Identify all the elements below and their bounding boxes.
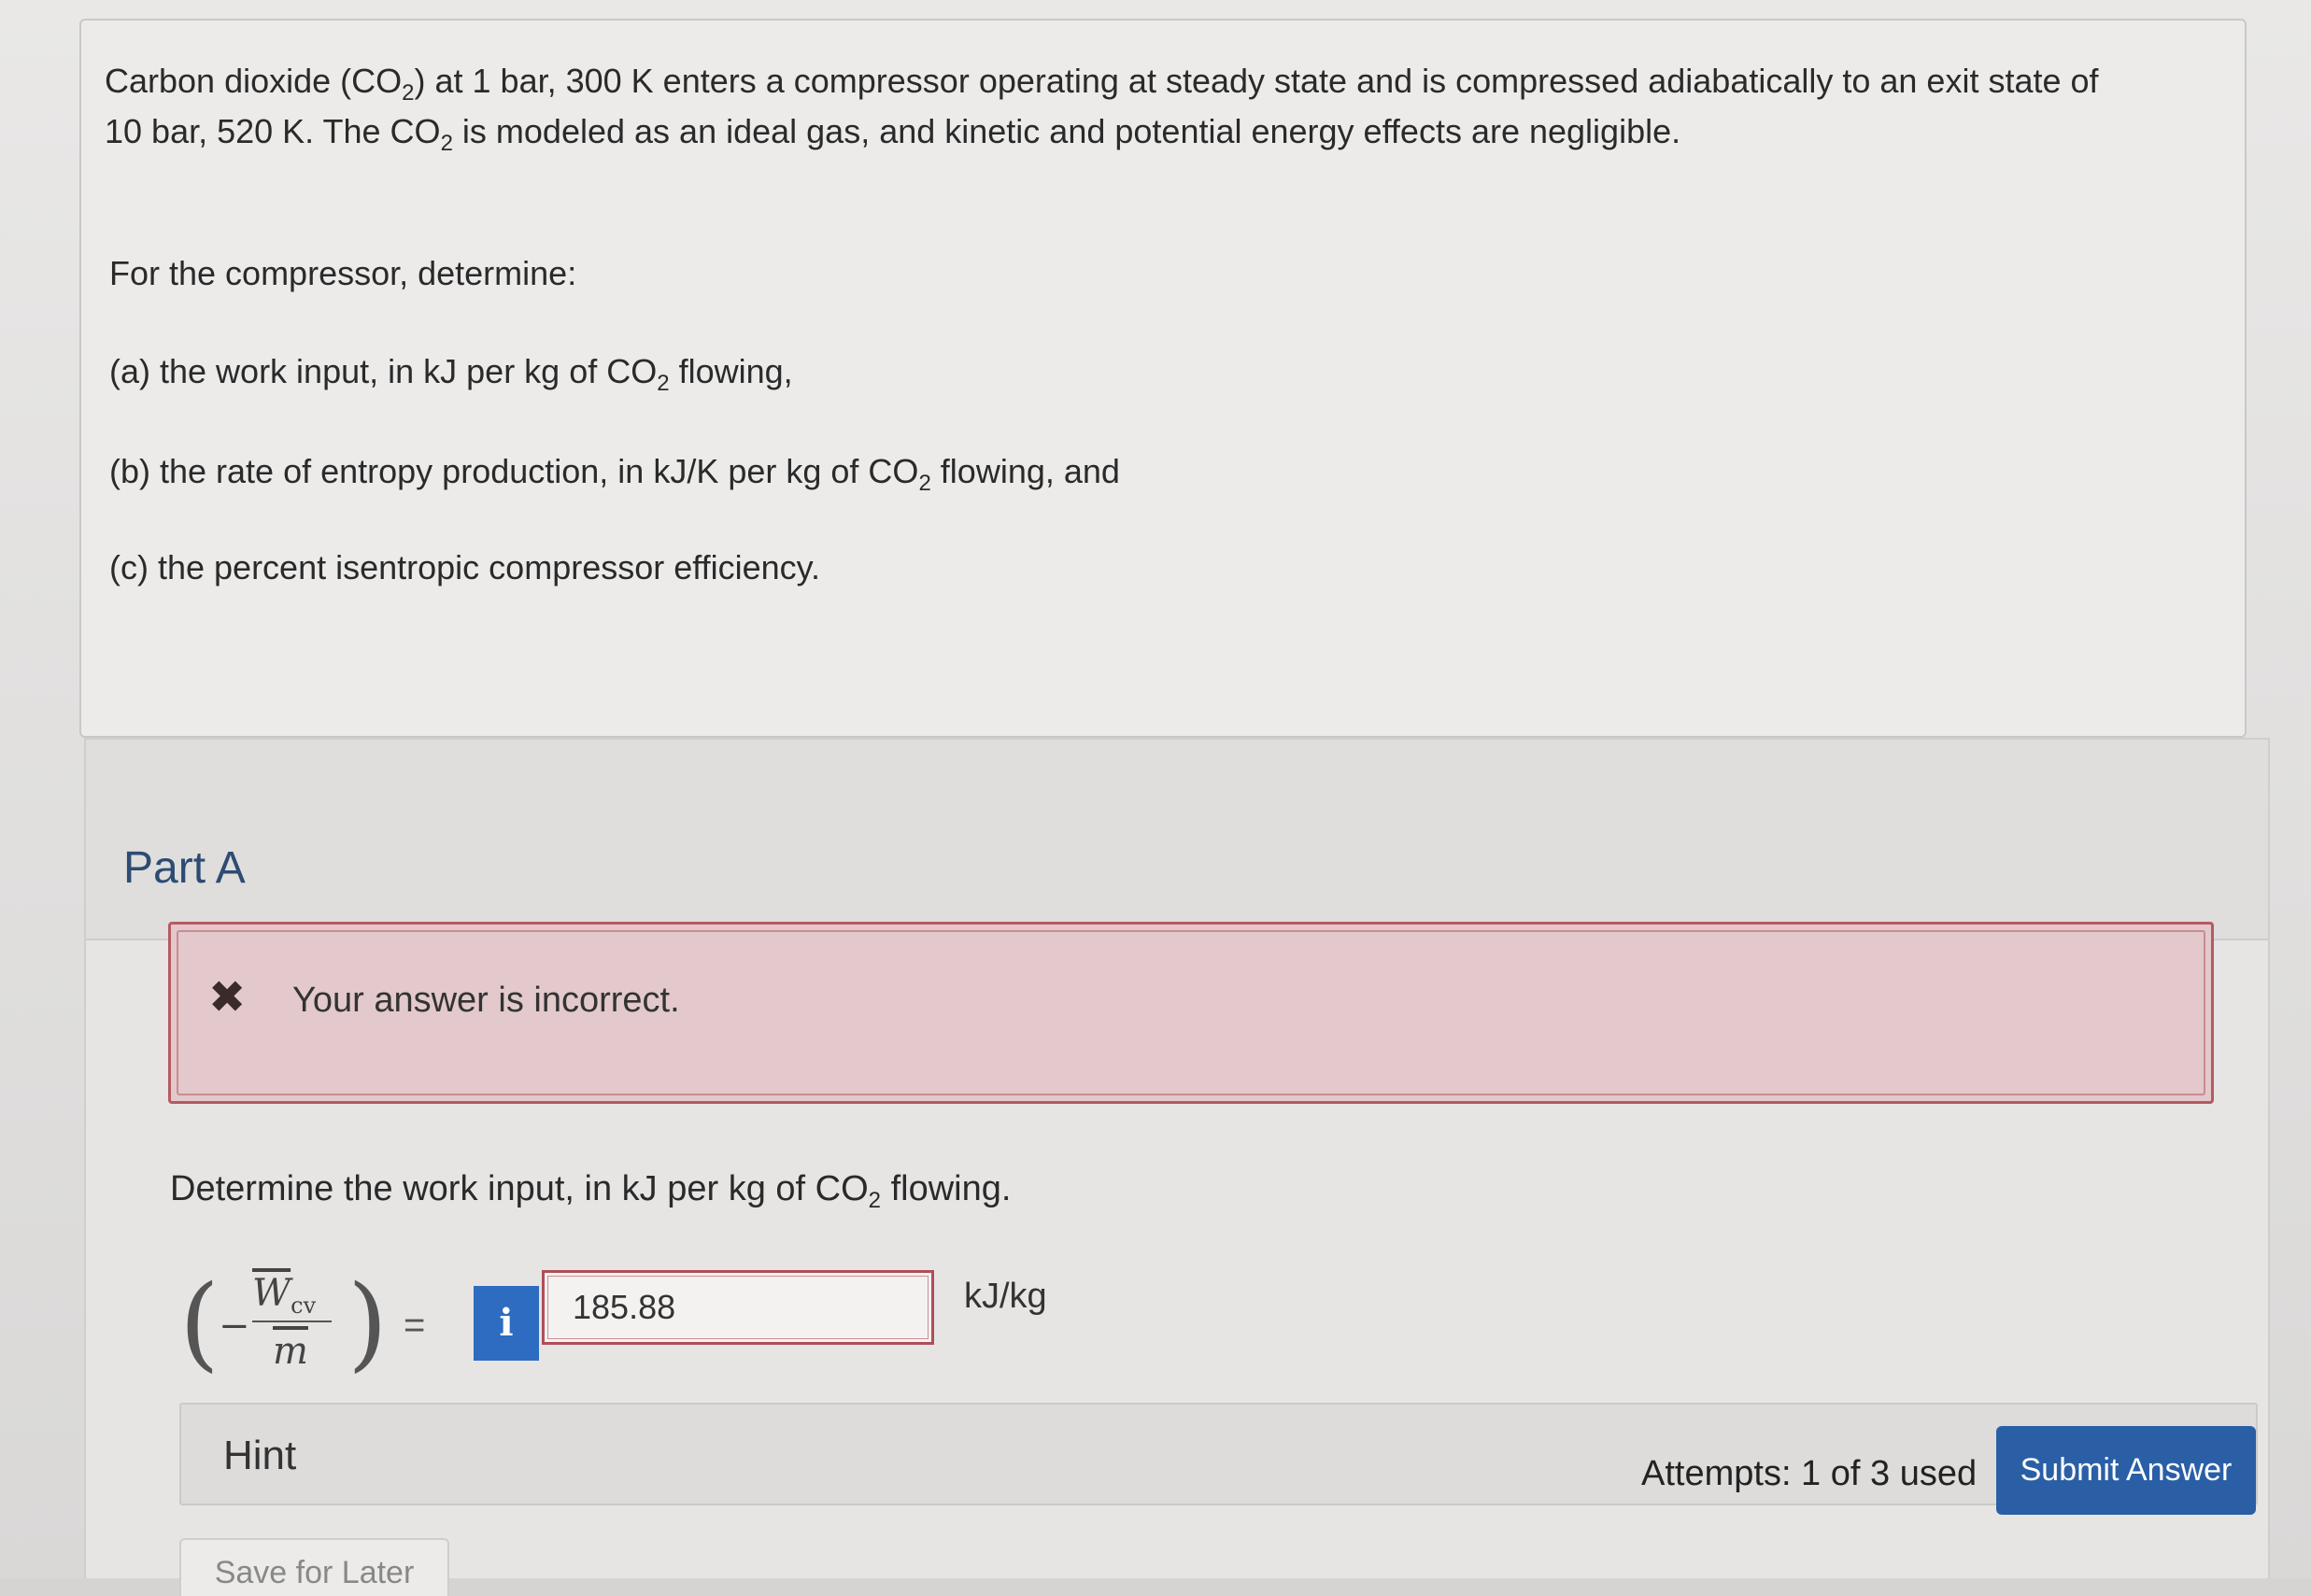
determine-intro: For the compressor, determine:: [109, 254, 577, 292]
answer-input[interactable]: 185.88: [542, 1270, 934, 1345]
part-a-section: Part A ✖ Your answer is incorrect. Deter…: [84, 738, 2270, 1596]
fraction-bar: [252, 1321, 332, 1322]
left-paren: (: [179, 1263, 220, 1382]
close-x-icon: ✖: [208, 973, 247, 1023]
item-a: (a) the work input, in kJ per kg of CO2 …: [109, 352, 793, 396]
feedback-incorrect: ✖ Your answer is incorrect.: [168, 922, 2214, 1104]
problem-line-1: Carbon dioxide (CO2) at 1 bar, 300 K ent…: [105, 62, 2099, 106]
equals-sign: =: [404, 1305, 426, 1346]
item-b: (b) the rate of entropy production, in k…: [109, 452, 1120, 496]
info-icon[interactable]: i: [474, 1286, 539, 1361]
minus-sign: −: [219, 1305, 250, 1348]
unit-label: kJ/kg: [964, 1277, 1047, 1316]
item-c: (c) the percent isentropic compressor ef…: [109, 548, 820, 586]
formula-denominator: m: [273, 1330, 308, 1373]
page: Carbon dioxide (CO2) at 1 bar, 300 K ent…: [0, 0, 2311, 1596]
hint-label: Hint: [223, 1433, 297, 1478]
problem-card: Carbon dioxide (CO2) at 1 bar, 300 K ent…: [79, 19, 2247, 738]
part-header[interactable]: Part A: [86, 740, 2268, 940]
problem-statement: Carbon dioxide (CO2) at 1 bar, 300 K ent…: [105, 56, 2225, 157]
problem-line-2: 10 bar, 520 K. The CO2 is modeled as an …: [105, 112, 1681, 156]
submit-answer-button[interactable]: Submit Answer: [1996, 1426, 2256, 1515]
feedback-text: Your answer is incorrect.: [292, 981, 680, 1020]
attempts-counter: Attempts: 1 of 3 used: [1641, 1454, 1978, 1493]
question-text: Determine the work input, in kJ per kg o…: [170, 1169, 1012, 1213]
part-title: Part A: [123, 843, 246, 893]
formula-numerator: Wcv: [252, 1272, 317, 1319]
right-paren: ): [347, 1263, 388, 1382]
save-for-later-button[interactable]: Save for Later: [179, 1538, 449, 1596]
